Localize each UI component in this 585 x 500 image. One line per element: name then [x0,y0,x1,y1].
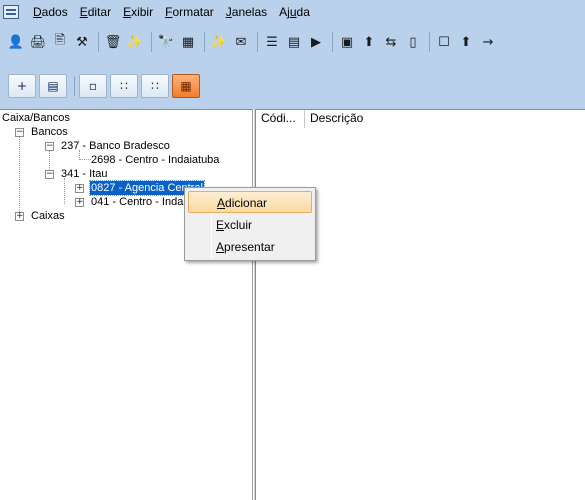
column-header-description[interactable]: Descrição [305,110,585,128]
document-icon[interactable]: ▯ [403,32,423,52]
menu-bar: Dados Editar Exibir Formatar Janelas Aju… [0,0,585,24]
tree-node-bancos[interactable]: Bancos [31,125,68,139]
expand-icon[interactable]: + [15,212,24,221]
menu-exibir[interactable]: Exibir [117,1,159,23]
toolbar-separator [151,32,152,52]
list-button[interactable]: ∷ [141,74,169,98]
table-view-button[interactable]: ▤ [39,74,67,98]
new-window-icon[interactable]: ✨ [209,32,229,52]
view-toolbar: + ▤ ▫ ∷ ∷ ▦ [0,70,585,102]
context-menu-excluir[interactable]: Excluir [188,214,312,236]
tree-view-icon[interactable]: ☰ [262,32,282,52]
home-up-icon[interactable]: ⬆ [359,32,379,52]
tree-connector [19,134,20,218]
list-panel[interactable]: Códi... Descrição [256,109,585,500]
home-arrow-icon[interactable]: ⬆ [456,32,476,52]
tree-node-itau[interactable]: 341 - Itau [61,167,107,181]
expand-icon[interactable]: + [75,184,84,193]
toolbar-separator [429,32,430,52]
toolbar-separator [74,76,75,96]
collapse-icon[interactable]: − [45,170,54,179]
collapse-icon[interactable]: − [15,128,24,137]
tree-node-root[interactable]: Caixa/Bancos [2,111,70,125]
tree-connector [79,159,91,160]
exchange-icon[interactable]: ⇆ [381,32,401,52]
toolbar-separator [257,32,258,52]
tree-node-caixas[interactable]: Caixas [31,209,65,223]
toolbar-separator [332,32,333,52]
find-icon[interactable]: 🔭 [156,32,176,52]
tools-icon[interactable]: ⚒ [72,32,92,52]
frame-icon[interactable]: ☐ [434,32,454,52]
print-preview-icon[interactable]: 🖹 [50,32,70,52]
menu-editar[interactable]: Editar [74,1,117,23]
print-icon[interactable]: 🖨 [28,32,48,52]
context-menu: Adicionar Excluir Apresentar [184,187,316,261]
small-icons-button[interactable]: ∷ [110,74,138,98]
add-item-button[interactable]: + [8,74,36,98]
menu-ajuda[interactable]: Ajuda [273,1,316,23]
new-record-icon[interactable]: ✨ [125,32,145,52]
menu-formatar[interactable]: Formatar [159,1,220,23]
toolbar-separator [204,32,205,52]
menu-dados[interactable]: Dados [27,1,74,23]
list-header: Códi... Descrição [256,110,585,128]
context-menu-adicionar[interactable]: Adicionar [188,191,312,213]
list-view-icon[interactable]: ▤ [284,32,304,52]
main-toolbar: 👤 🖨 🖹 ⚒ 🗑 ✨ 🔭 ▦ ✨ ✉ ☰ ▤ ▶ ▣ ⬆ ⇆ ▯ ☐ ⬆ → [0,26,585,58]
tree-panel[interactable]: Caixa/Bancos − Bancos − 237 - Banco Brad… [0,109,253,500]
delete-icon[interactable]: 🗑 [103,32,123,52]
user-search-icon[interactable]: 👤 [6,32,26,52]
tree-node-bradesco-branch[interactable]: 2698 - Centro - Indaiatuba [91,153,219,167]
app-window-icon[interactable] [3,5,19,19]
transfer-icon[interactable]: → [478,32,498,52]
column-header-code[interactable]: Códi... [256,110,305,128]
toolbar-separator [98,32,99,52]
handshake-icon[interactable]: ✉ [231,32,251,52]
expand-icon[interactable]: + [75,198,84,207]
details-button[interactable]: ▦ [172,74,200,98]
grid-icon[interactable]: ▦ [178,32,198,52]
tree-connector [64,178,65,204]
tree-node-bradesco[interactable]: 237 - Banco Bradesco [61,139,170,153]
context-menu-apresentar[interactable]: Apresentar [188,236,312,258]
menu-janelas[interactable]: Janelas [220,1,273,23]
large-icons-button[interactable]: ▫ [79,74,107,98]
collapse-icon[interactable]: − [45,142,54,151]
play-icon[interactable]: ▶ [306,32,326,52]
chart-icon[interactable]: ▣ [337,32,357,52]
